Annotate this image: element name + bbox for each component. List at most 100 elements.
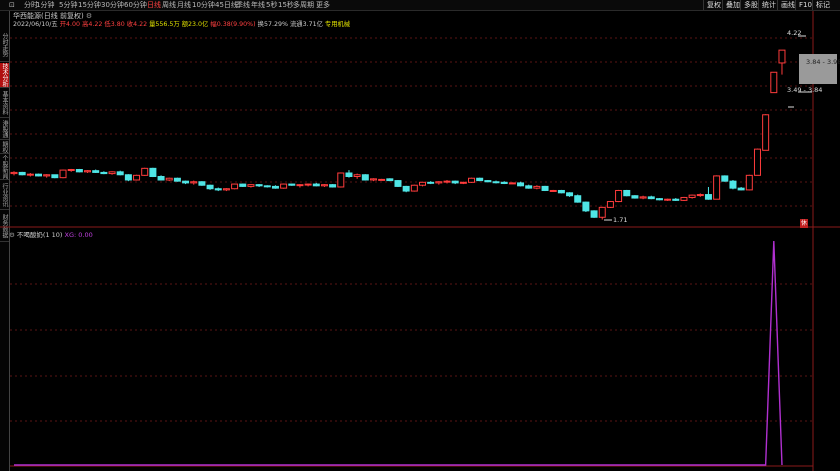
- candle-body-6: [59, 169, 67, 179]
- candle-body-66: [549, 189, 557, 192]
- indicator-value: XG: 0.00: [64, 231, 93, 239]
- candle-body-75: [623, 189, 631, 197]
- candle-body-65: [541, 185, 549, 191]
- candle-body-64: [533, 185, 541, 189]
- candle-body-69: [574, 195, 582, 203]
- candle-body-68: [566, 192, 574, 197]
- candle-body-70: [582, 201, 590, 212]
- candle-body-71: [590, 210, 598, 218]
- candle-body-80: [664, 198, 672, 201]
- candle-body-77: [639, 196, 647, 199]
- candle-body-52: [435, 181, 443, 184]
- candle-body-63: [525, 185, 533, 189]
- price-label-band2: 3.49 - 3.84: [787, 86, 822, 94]
- price-label-band1: 3.84 - 3.98: [806, 58, 840, 66]
- candle-body-88: [729, 180, 737, 189]
- candle-body-61: [508, 182, 516, 185]
- candle-body-84: [696, 194, 704, 197]
- candle-body-14: [124, 174, 132, 181]
- candle-body-85: [704, 194, 712, 200]
- candle-body-48: [402, 185, 410, 192]
- candle-body-34: [288, 183, 296, 186]
- candle-body-83: [688, 194, 696, 198]
- price-label-low: 1.71: [613, 216, 627, 224]
- candle-body-50: [419, 181, 426, 186]
- candle-body-58: [484, 180, 492, 183]
- candle-body-29: [247, 184, 255, 187]
- candle-body-47: [394, 180, 402, 187]
- candle-body-38: [320, 184, 328, 187]
- candle-body-5: [51, 174, 59, 179]
- candle-body-19: [165, 177, 173, 181]
- candle-body-51: [427, 181, 435, 184]
- candle-body-9: [84, 170, 92, 173]
- indicator-settings-icon[interactable]: ⚙: [9, 231, 15, 239]
- candle-body-41: [345, 172, 353, 178]
- candle-body-25: [214, 188, 222, 191]
- candle-body-37: [312, 183, 320, 187]
- candle-body-8: [75, 169, 83, 173]
- candle-body-82: [680, 196, 688, 201]
- candle-body-21: [182, 180, 190, 184]
- candle-body-44: [369, 178, 377, 181]
- candle-body-89: [737, 187, 745, 191]
- candle-body-39: [329, 184, 337, 188]
- candle-body-33: [280, 183, 288, 189]
- candle-body-42: [353, 174, 361, 178]
- xg-indicator-line: [14, 240, 783, 466]
- candle-body-86: [713, 175, 721, 200]
- candle-body-26: [222, 188, 230, 191]
- candle-body-1: [18, 171, 26, 176]
- candle-body-30: [255, 184, 263, 187]
- candle-body-74: [615, 189, 623, 203]
- candle-body-36: [304, 183, 312, 186]
- candle-body-22: [190, 181, 198, 184]
- candle-body-60: [500, 181, 508, 184]
- candle-body-91: [753, 148, 761, 176]
- candle-body-13: [116, 171, 124, 176]
- candle-body-73: [606, 201, 614, 208]
- candle-body-54: [451, 180, 459, 184]
- candle-body-59: [492, 181, 500, 184]
- candle-body-79: [655, 198, 663, 201]
- candle-body-46: [386, 178, 394, 182]
- candle-body-67: [557, 189, 565, 194]
- candle-body-24: [206, 184, 214, 190]
- candle-body-72: [598, 206, 606, 218]
- candle-body-12: [108, 171, 116, 175]
- candle-body-28: [239, 183, 247, 187]
- candle-body-57: [476, 177, 484, 182]
- candle-body-27: [231, 183, 239, 190]
- candle-body-4: [43, 174, 51, 177]
- candle-body-43: [361, 174, 369, 181]
- candle-body-93: [770, 71, 778, 94]
- candle-body-2: [26, 173, 34, 176]
- candle-body-55: [459, 181, 467, 184]
- candle-body-10: [92, 170, 100, 173]
- candle-body-20: [173, 177, 181, 182]
- candle-body-87: [721, 175, 729, 182]
- candle-body-90: [745, 174, 753, 191]
- candle-body-78: [647, 196, 655, 200]
- candle-body-40: [337, 172, 345, 188]
- candle-body-15: [133, 174, 141, 181]
- candle-body-17: [149, 167, 157, 178]
- candle-body-7: [67, 169, 75, 172]
- candle-body-81: [672, 198, 680, 201]
- candle-body-62: [517, 182, 525, 187]
- candle-body-3: [35, 173, 43, 177]
- kline-chart[interactable]: 4.223.84 - 3.983.49 - 3.841.71: [0, 0, 840, 471]
- candle-body-18: [157, 176, 165, 181]
- candle-body-76: [631, 195, 639, 199]
- candle-body-32: [271, 185, 279, 189]
- candle-body-45: [378, 178, 386, 181]
- candle-body-92: [762, 114, 770, 151]
- candle-body-0: [10, 171, 18, 175]
- cursor-marker: 休: [800, 219, 808, 228]
- candle-body-49: [410, 184, 418, 192]
- candle-body-11: [100, 171, 108, 175]
- candle-body-53: [443, 180, 451, 183]
- indicator-name: 不喝酸奶(1 10): [16, 231, 63, 239]
- indicator-header: ⚙ 不喝酸奶(1 10) XG: 0.00: [9, 229, 93, 239]
- candle-body-23: [198, 181, 206, 186]
